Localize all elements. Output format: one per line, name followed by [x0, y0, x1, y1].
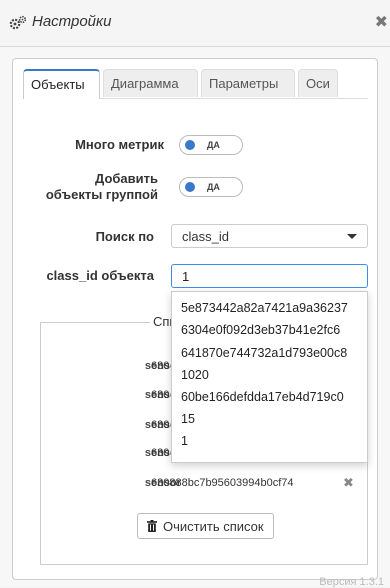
group-add-label-line1: Добавить: [95, 171, 158, 186]
toggle-on-dot: [185, 182, 195, 192]
many-metrics-toggle[interactable]: ДА: [179, 135, 243, 155]
panel-title: Настройки: [32, 13, 112, 30]
dropdown-option[interactable]: 1020: [181, 368, 209, 382]
group-add-toggle[interactable]: ДА: [179, 177, 243, 197]
dropdown-option[interactable]: 6304e0f092d3eb37b41e2fc6: [181, 323, 340, 337]
toggle-state: ДА: [207, 182, 220, 192]
list-item-value: 630: [151, 447, 170, 459]
settings-panel: Настройки ✖ Объекты Диаграмма Параметры …: [0, 0, 390, 588]
clear-list-label: Очистить список: [163, 519, 264, 534]
autocomplete-dropdown: 5e873442a82a7421a9a36237 6304e0f092d3eb3…: [171, 291, 368, 463]
search-by-label: Поиск по: [95, 229, 154, 244]
gears-icon: [9, 15, 27, 30]
list-item: sensor 630888bc7b95603994b0cf74 ✖: [41, 474, 369, 496]
clear-list-button[interactable]: Очистить список: [137, 513, 274, 539]
many-metrics-label: Много метрик: [75, 137, 164, 152]
group-add-label: Добавить объекты группой: [20, 171, 158, 203]
dropdown-option[interactable]: 15: [181, 412, 195, 426]
dropdown-option[interactable]: 1: [181, 434, 188, 448]
object-id-input[interactable]: [171, 264, 368, 288]
remove-item-icon[interactable]: ✖: [343, 475, 354, 491]
tab-diagram[interactable]: Диаграмма: [103, 69, 198, 97]
toggle-on-dot: [185, 140, 195, 150]
search-by-select[interactable]: class_id: [171, 224, 368, 248]
chevron-down-icon: [347, 234, 357, 239]
close-icon[interactable]: ✖: [375, 12, 388, 32]
list-item-value: 630: [151, 419, 170, 431]
tab-axes[interactable]: Оси: [298, 69, 338, 97]
dropdown-option[interactable]: 641870e744732a1d793e00c8: [181, 346, 347, 360]
list-item-value: 630888bc7b95603994b0cf74: [151, 477, 294, 489]
search-by-value: class_id: [182, 229, 229, 244]
group-add-label-line2: объекты группой: [45, 187, 158, 202]
trash-icon: [147, 520, 157, 532]
list-item-value: 630: [151, 360, 170, 372]
tab-bar: Объекты Диаграмма Параметры Оси: [23, 69, 368, 99]
version-label: Версия 1.3.1: [319, 576, 384, 588]
dropdown-option[interactable]: 5e873442a82a7421a9a36237: [181, 301, 348, 315]
tab-objects[interactable]: Объекты: [23, 69, 100, 99]
dropdown-option[interactable]: 60be166defdda17eb4d719c0: [181, 390, 344, 404]
object-id-label: class_id объекта: [46, 268, 154, 283]
toggle-state: ДА: [207, 140, 220, 150]
list-item-value: 630: [151, 389, 170, 401]
tab-parameters[interactable]: Параметры: [201, 69, 295, 97]
panel-header: Настройки ✖: [0, 0, 390, 47]
